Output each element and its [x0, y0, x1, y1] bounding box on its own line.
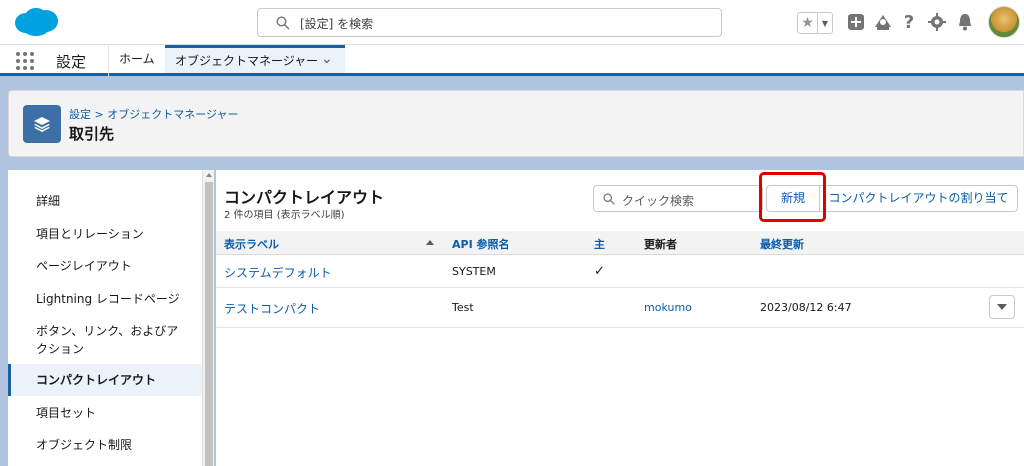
- global-search-input[interactable]: [設定] を検索: [257, 8, 722, 37]
- scroll-up-arrow-icon[interactable]: [206, 173, 212, 177]
- sidebar-item-compact-layouts[interactable]: コンパクトレイアウト: [8, 364, 202, 396]
- app-launcher-icon[interactable]: [16, 52, 34, 70]
- sidebar-item-buttons-links-line1[interactable]: ボタン、リンク、およびア: [8, 322, 202, 340]
- sidebar-item-lightning-pages[interactable]: Lightning レコードページ: [8, 290, 202, 308]
- sort-ascending-icon[interactable]: [426, 240, 434, 245]
- nav-divider: [108, 45, 109, 76]
- scroll-thumb[interactable]: [205, 182, 213, 466]
- highlight-annotation: [759, 172, 826, 222]
- row-api-name: SYSTEM: [452, 265, 496, 278]
- table-row: テストコンパクト Test mokumo 2023/08/12 6:47: [216, 288, 1024, 328]
- search-icon: [276, 16, 290, 30]
- notifications-icon[interactable]: [955, 12, 975, 32]
- row-label-link[interactable]: テストコンパクト: [224, 300, 320, 317]
- sidebar-item-fields[interactable]: 項目とリレーション: [8, 225, 202, 243]
- column-header-api-name[interactable]: API 参照名: [452, 236, 510, 252]
- salesforce-logo[interactable]: [12, 6, 60, 38]
- tab-object-manager-label: オブジェクトマネージャー: [175, 54, 319, 68]
- favorites-group: ★ ▼: [797, 12, 833, 34]
- tab-home[interactable]: ホーム: [119, 45, 155, 73]
- gear-icon: [928, 13, 946, 31]
- quick-search-placeholder: クイック検索: [622, 194, 695, 208]
- layers-icon: [34, 117, 50, 132]
- app-nav-bar: 設定 ホーム オブジェクトマネージャー ⌄: [0, 45, 1024, 76]
- row-actions-button[interactable]: [989, 295, 1015, 319]
- sidebar-item-field-sets[interactable]: 項目セット: [8, 404, 202, 422]
- bell-icon: [959, 14, 971, 31]
- tab-object-manager[interactable]: オブジェクトマネージャー ⌄: [165, 45, 345, 73]
- row-api-name: Test: [452, 301, 474, 314]
- favorites-dropdown-icon[interactable]: ▼: [818, 13, 832, 33]
- global-header: [設定] を検索 ★ ▼ ?: [0, 0, 1024, 45]
- user-avatar[interactable]: [988, 6, 1020, 38]
- trail-cloud-icon: [875, 15, 891, 30]
- section-subtitle: 2 件の項目 (表示ラベル順): [224, 210, 345, 221]
- sidebar-item-page-layouts[interactable]: ページレイアウト: [8, 257, 202, 275]
- row-last-modified: 2023/08/12 6:47: [760, 301, 852, 314]
- sidebar-item-object-limits[interactable]: オブジェクト制限: [8, 436, 202, 454]
- chevron-down-icon[interactable]: ⌄: [321, 51, 333, 67]
- plus-square-icon: [848, 14, 864, 30]
- column-header-modified-by: 更新者: [644, 238, 677, 251]
- column-header-last-modified[interactable]: 最終更新: [760, 236, 804, 252]
- sidebar-item-buttons-links-line2[interactable]: クション: [8, 340, 202, 358]
- breadcrumb[interactable]: 設定 > オブジェクトマネージャー: [69, 106, 238, 122]
- page-title: 取引先: [69, 125, 115, 143]
- app-name: 設定: [56, 53, 87, 71]
- setup-gear-icon[interactable]: [927, 12, 947, 32]
- object-page-header: 設定 > オブジェクトマネージャー 取引先: [8, 90, 1024, 157]
- favorite-star-icon[interactable]: ★: [798, 13, 818, 33]
- column-header-primary[interactable]: 主: [594, 236, 605, 252]
- help-icon[interactable]: ?: [899, 12, 919, 33]
- search-icon: [603, 193, 615, 205]
- object-manager-icon: [23, 105, 61, 143]
- sidebar-scrollbar[interactable]: [202, 170, 214, 466]
- table-header: 表示ラベル API 参照名 主 更新者 最終更新: [216, 231, 1024, 255]
- trailhead-icon[interactable]: [873, 12, 893, 32]
- table-row: システムデフォルト SYSTEM ✓: [216, 256, 1024, 288]
- object-sidebar: 詳細 項目とリレーション ページレイアウト Lightning レコードページ …: [8, 170, 202, 466]
- row-modified-by[interactable]: mokumo: [644, 301, 692, 314]
- primary-check-icon: ✓: [594, 264, 605, 279]
- global-actions-icon[interactable]: [846, 12, 866, 32]
- sidebar-item-details[interactable]: 詳細: [8, 192, 202, 210]
- compact-layouts-panel: コンパクトレイアウト 2 件の項目 (表示ラベル順) クイック検索 新規 コンパ…: [216, 170, 1024, 466]
- chevron-down-icon: [997, 304, 1007, 310]
- global-search-placeholder: [設定] を検索: [300, 17, 374, 31]
- assign-compact-layout-button[interactable]: コンパクトレイアウトの割り当て: [819, 185, 1018, 212]
- section-title: コンパクトレイアウト: [224, 188, 385, 207]
- quick-search-input[interactable]: クイック検索: [593, 185, 763, 212]
- row-label-link[interactable]: システムデフォルト: [224, 264, 332, 281]
- column-header-label[interactable]: 表示ラベル: [224, 236, 279, 252]
